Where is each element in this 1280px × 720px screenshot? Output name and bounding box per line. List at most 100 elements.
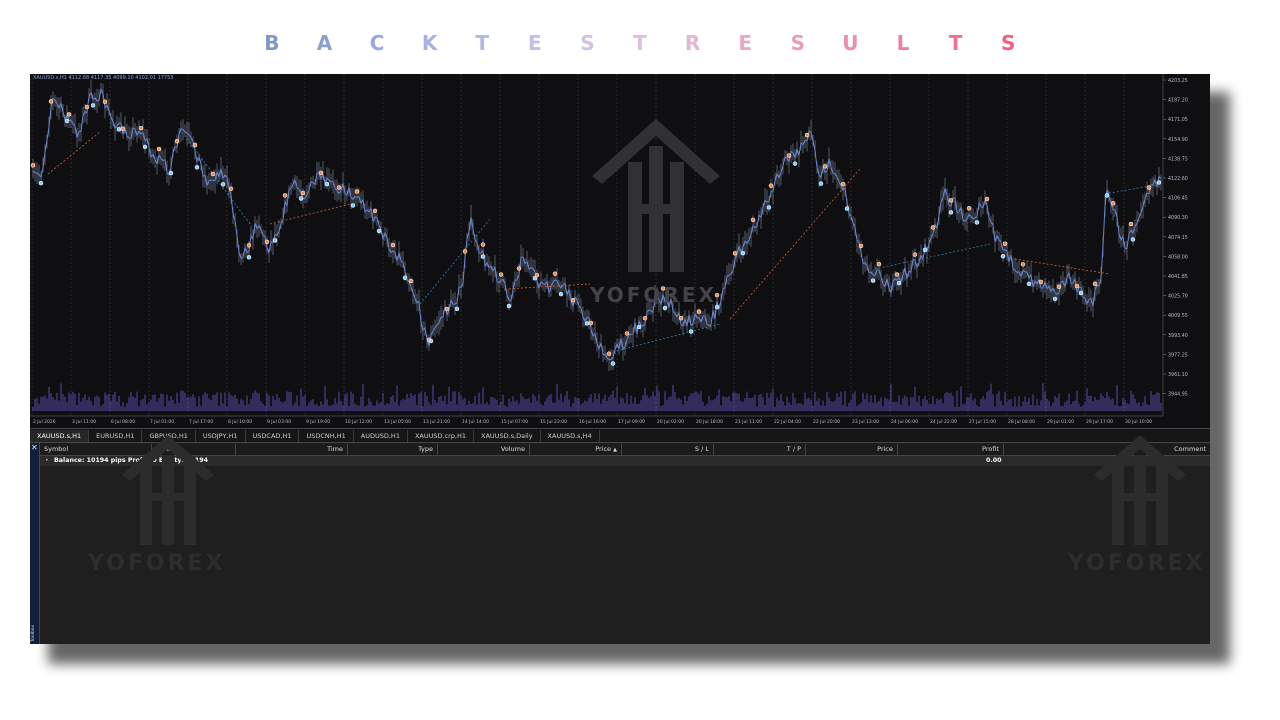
title-letter: B: [264, 31, 280, 55]
buy-marker: [984, 196, 990, 202]
time-tick-label: 7 Jul 01:00: [150, 419, 174, 425]
time-tick-label: 8 Jul 10:00: [228, 419, 252, 425]
buy-marker: [570, 297, 576, 303]
time-tick-label: 21 Jul 11:00: [735, 419, 762, 425]
sell-marker: [38, 180, 44, 186]
title-letter: R: [684, 31, 701, 55]
sell-marker: [1078, 290, 1084, 296]
buy-marker: [534, 272, 540, 278]
chart-tab[interactable]: XAUUSD.s,Daily: [474, 429, 541, 442]
buy-marker: [408, 278, 414, 284]
price-tick-label: 4090.30: [1168, 215, 1188, 221]
sell-marker: [688, 329, 694, 334]
column-price-label: Price: [595, 445, 612, 453]
column-type[interactable]: Type: [348, 444, 438, 455]
sell-marker: [922, 247, 928, 253]
chart-tab[interactable]: GBPUSD,H1: [142, 429, 196, 442]
time-tick-label: 20 Jul 18:00: [696, 419, 723, 425]
chart-tab[interactable]: XAUUSD.crp,H1: [408, 429, 475, 442]
buy-marker: [1128, 221, 1134, 227]
sell-marker: [1156, 180, 1162, 185]
buy-marker: [768, 183, 774, 188]
column-price[interactable]: Price ▲: [530, 444, 622, 455]
sell-marker: [896, 280, 902, 286]
sell-marker: [142, 144, 148, 150]
buy-marker: [84, 104, 90, 110]
price-tick-label: 4187.20: [1168, 98, 1188, 104]
chart-tab[interactable]: XAUUSD.s,H4: [541, 429, 600, 442]
sell-marker: [168, 170, 174, 176]
column-time[interactable]: Time: [236, 444, 348, 455]
buy-marker: [804, 132, 810, 138]
column-profit[interactable]: Profit: [898, 444, 1004, 455]
buy-marker: [372, 208, 378, 214]
buy-marker: [1092, 281, 1098, 287]
buy-marker: [174, 138, 180, 144]
price-tick-label: 4138.75: [1168, 156, 1188, 162]
sell-marker: [766, 205, 772, 210]
sell-marker: [1130, 237, 1136, 242]
sell-marker: [740, 250, 746, 256]
chart-tabs-bar: XAUUSD.s,H1 EURUSD,H1 GBPUSD,H1 USDJPY,H1 US…: [30, 428, 1210, 443]
buy-marker: [30, 163, 36, 168]
chart-tab[interactable]: USDCAD,H1: [246, 429, 300, 442]
buy-marker: [390, 242, 396, 248]
price-tick-label: 4171.05: [1168, 117, 1188, 123]
time-tick-label: 23 Jul 13:00: [852, 419, 879, 425]
column-ticket[interactable]: Ticket: [152, 444, 236, 455]
buy-marker: [1038, 279, 1044, 285]
price-chart-svg: 2 Jul 2026 3 Jul 11:00 6 Jul 08:00 7 Jul 01…: [30, 74, 1210, 428]
sell-marker: [298, 196, 304, 201]
buy-marker: [120, 126, 126, 131]
balance-row[interactable]: • Balance: 10194 pips Profit: 0 Equity: …: [40, 456, 1210, 466]
sell-marker: [870, 278, 876, 283]
price-tick-label: 4122.60: [1168, 176, 1188, 182]
buy-marker: [48, 99, 54, 104]
time-tick-label: 13 Jul 05:00: [384, 419, 411, 425]
sell-marker: [246, 255, 252, 260]
chart-tab[interactable]: USDJPY,H1: [196, 429, 246, 442]
buy-marker: [732, 251, 738, 256]
buy-marker: [552, 271, 558, 276]
column-take-profit[interactable]: T / P: [714, 444, 806, 455]
buy-marker: [228, 186, 234, 191]
terminal-panel: ✕ Toolbox Symbol Ticket Time Type Volume…: [30, 435, 1210, 644]
time-tick-label: 6 Jul 08:00: [111, 419, 135, 425]
price-tick-label: 4203.25: [1168, 78, 1188, 84]
chart-tab[interactable]: XAUUSD.s,H1: [30, 429, 90, 442]
column-comment[interactable]: Comment: [1004, 444, 1210, 455]
buy-marker: [624, 331, 630, 336]
chart-background: [30, 74, 1210, 428]
column-symbol[interactable]: Symbol: [40, 444, 152, 455]
sell-marker: [90, 103, 96, 108]
time-tick-label: 27 Jul 15:00: [969, 419, 996, 425]
column-volume[interactable]: Volume: [438, 444, 530, 455]
buy-marker: [1002, 241, 1008, 246]
title-letter: K: [421, 31, 438, 55]
column-current-price[interactable]: Price: [806, 444, 898, 455]
title-letter: L: [896, 31, 910, 55]
time-tick-label: 14 Jul 14:00: [462, 419, 489, 425]
price-chart[interactable]: 2 Jul 2026 3 Jul 11:00 6 Jul 08:00 7 Jul 01…: [30, 74, 1210, 428]
chart-tab[interactable]: USDCNH,H1: [299, 429, 354, 442]
trade-table-header: Symbol Ticket Time Type Volume Price ▲ S…: [40, 444, 1210, 456]
title-letter: S: [790, 31, 805, 55]
buy-marker: [696, 309, 702, 314]
chart-tab[interactable]: EURUSD,H1: [89, 429, 143, 442]
buy-marker: [678, 315, 684, 321]
buy-marker: [894, 272, 900, 277]
chart-tab[interactable]: AUDUSD,H1: [354, 429, 408, 442]
sell-marker: [428, 338, 434, 344]
sell-marker: [324, 181, 330, 187]
time-tick-label: 15 Jul 07:00: [501, 419, 528, 425]
title-letter: T: [948, 31, 963, 55]
close-icon[interactable]: ✕: [31, 443, 38, 452]
buy-marker: [750, 217, 756, 223]
toolbox-label[interactable]: Toolbox: [31, 625, 36, 642]
time-tick-label: 29 Jul 17:00: [1086, 419, 1113, 425]
time-tick-label: 9 Jul 19:00: [306, 419, 330, 425]
column-stop-loss[interactable]: S / L: [622, 444, 714, 455]
chart-watermark-text: YOFOREX: [589, 283, 717, 307]
buy-marker: [786, 153, 792, 158]
buy-marker: [822, 164, 828, 169]
